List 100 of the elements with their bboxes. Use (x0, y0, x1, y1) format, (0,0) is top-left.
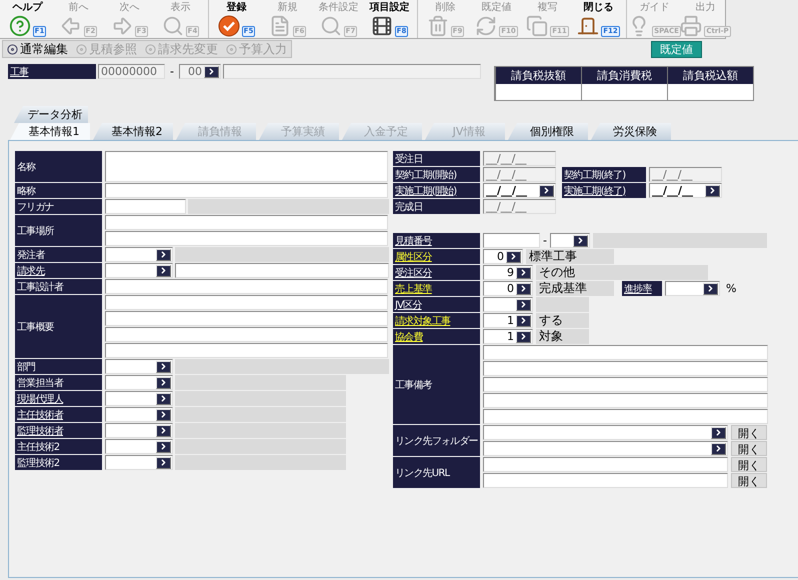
field-link[interactable]: 請求先 (15, 263, 102, 278)
lookup-button[interactable] (156, 248, 171, 260)
tab[interactable]: 基本情報2 (93, 123, 173, 140)
field-link[interactable]: 監理技術者 (15, 423, 102, 438)
lookup-button[interactable] (711, 442, 726, 454)
field-label: 契約工期(開始) (393, 167, 480, 182)
code-field[interactable] (105, 455, 173, 470)
tab[interactable]: 個別権限 (508, 123, 588, 140)
lookup-button[interactable] (516, 330, 531, 342)
chevron-icon (542, 186, 551, 195)
code-field[interactable]: 1 (483, 313, 533, 328)
field-link[interactable]: 見積番号 (393, 233, 480, 248)
text-field[interactable] (175, 263, 389, 278)
lookup-button[interactable] (539, 184, 554, 196)
field-link[interactable]: 進捗率 (622, 281, 662, 296)
lookup-button[interactable] (156, 360, 171, 372)
path-field[interactable] (483, 441, 728, 456)
path-field[interactable] (483, 425, 728, 440)
text-field[interactable] (105, 279, 388, 294)
text-field[interactable] (105, 327, 388, 342)
text-field[interactable] (483, 393, 768, 408)
open-button[interactable]: 開く (731, 457, 767, 472)
column-header: 請負消費税 (580, 67, 667, 84)
field-link[interactable]: 主任技術者 (15, 407, 102, 422)
tab[interactable]: 基本情報1 (10, 123, 90, 140)
date-field[interactable]: __/__/__ (483, 183, 556, 198)
text-field[interactable] (483, 361, 768, 376)
tab[interactable]: データ分析 (14, 106, 88, 123)
field-link[interactable]: 売上基準 (393, 281, 480, 296)
text-field[interactable] (105, 215, 388, 230)
field-link[interactable]: 工事 (8, 64, 96, 79)
field-label: 受注日 (393, 151, 480, 166)
lookup-button[interactable] (516, 314, 531, 326)
text-field[interactable] (483, 345, 768, 360)
code-field[interactable] (483, 297, 533, 312)
branch-field[interactable]: 00 (178, 64, 221, 79)
field-link[interactable]: 受注区分 (393, 265, 480, 280)
lookup-button[interactable] (204, 66, 219, 78)
date-field[interactable]: __/__/__ (649, 167, 722, 182)
open-button[interactable]: 開く (731, 441, 767, 456)
code-field[interactable]: 1 (483, 329, 533, 344)
lookup-button[interactable] (711, 426, 726, 438)
tab[interactable]: 労災保険 (591, 123, 671, 140)
text-field[interactable] (105, 151, 388, 182)
lookup-button[interactable] (705, 184, 720, 196)
code-field[interactable]: 0 (483, 281, 533, 296)
mode-button[interactable]: 通常編集 (3, 41, 72, 57)
code-field[interactable] (105, 263, 173, 278)
text-field[interactable] (105, 183, 388, 198)
code-field[interactable] (105, 247, 173, 262)
field-link[interactable]: 現場代理人 (15, 391, 102, 406)
text-field[interactable] (105, 231, 388, 246)
date-field[interactable]: __/__/__ (483, 199, 556, 214)
lookup-button[interactable] (156, 376, 171, 388)
name-field[interactable] (222, 64, 481, 79)
date-field[interactable]: __/__/__ (483, 151, 556, 166)
text-field[interactable] (483, 409, 768, 424)
field-link[interactable]: JV区分 (393, 297, 480, 312)
text-field[interactable] (105, 199, 186, 214)
text-field[interactable] (483, 377, 768, 392)
field-link[interactable]: 実施工期(開始) (393, 183, 480, 198)
text-field[interactable] (483, 233, 540, 248)
code-field[interactable]: 00000000 (98, 64, 165, 79)
open-button[interactable]: 開く (731, 473, 767, 488)
open-button[interactable]: 開く (731, 425, 767, 440)
field-link[interactable]: 協会費 (393, 329, 480, 344)
code-field[interactable] (550, 233, 590, 248)
lookup-button[interactable] (156, 424, 171, 436)
text-field[interactable] (105, 343, 388, 358)
field-link[interactable]: 請求対象工事 (393, 313, 480, 328)
text-field[interactable] (483, 457, 728, 472)
code-field[interactable] (105, 359, 173, 374)
lookup-button[interactable] (156, 456, 171, 468)
lookup-button[interactable] (156, 440, 171, 452)
code-field[interactable] (105, 439, 173, 454)
code-field[interactable]: 9 (483, 265, 533, 280)
code-field[interactable] (105, 375, 173, 390)
lookup-button[interactable] (703, 282, 718, 294)
text-field[interactable] (105, 311, 388, 326)
field-link[interactable]: 属性区分 (393, 249, 480, 264)
lookup-button[interactable] (156, 392, 171, 404)
code-field[interactable] (105, 423, 173, 438)
lookup-button[interactable] (572, 234, 588, 246)
field-label: 主任技術2 (15, 439, 102, 454)
lookup-button[interactable] (516, 266, 531, 278)
lookup-button[interactable] (156, 408, 171, 420)
text-field[interactable] (105, 295, 388, 310)
date-field[interactable]: __/__/__ (483, 167, 556, 182)
date-field[interactable]: __/__/__ (649, 183, 722, 198)
text-field[interactable] (483, 473, 728, 488)
lookup-button[interactable] (506, 250, 521, 262)
lookup-button[interactable] (156, 264, 171, 276)
progress-field[interactable] (665, 281, 720, 296)
field-link[interactable]: 実施工期(終了) (562, 183, 646, 198)
code-field[interactable] (105, 391, 173, 406)
field-label: 監理技術2 (15, 455, 102, 470)
code-field[interactable]: 0 (483, 249, 523, 264)
code-field[interactable] (105, 407, 173, 422)
lookup-button[interactable] (516, 298, 531, 310)
lookup-button[interactable] (516, 282, 531, 294)
